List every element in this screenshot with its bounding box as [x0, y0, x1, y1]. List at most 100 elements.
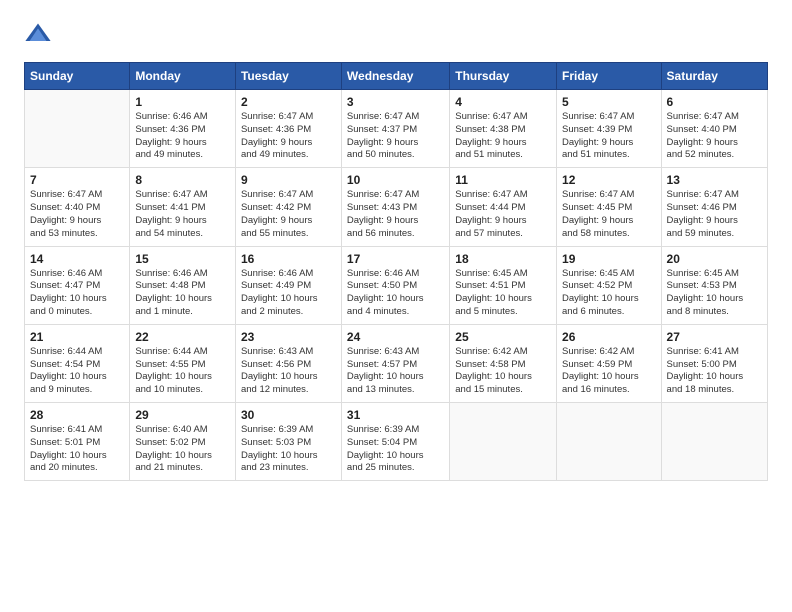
calendar-cell: 7 Sunrise: 6:47 AMSunset: 4:40 PMDaylight… — [25, 168, 130, 246]
day-number: 23 — [241, 330, 336, 344]
calendar-cell: 23 Sunrise: 6:43 AMSunset: 4:56 PMDayligh… — [235, 324, 341, 402]
cell-content: Sunrise: 6:47 AMSunset: 4:44 PMDaylight:… — [455, 189, 551, 240]
day-number: 31 — [347, 408, 444, 422]
calendar-body: 1 Sunrise: 6:46 AMSunset: 4:36 PMDaylight… — [25, 90, 768, 481]
calendar-cell — [450, 403, 557, 481]
day-number: 7 — [30, 173, 124, 187]
calendar-week-4: 21 Sunrise: 6:44 AMSunset: 4:54 PMDayligh… — [25, 324, 768, 402]
weekday-header-monday: Monday — [130, 63, 236, 90]
day-number: 20 — [667, 252, 762, 266]
day-number: 2 — [241, 95, 336, 109]
logo-icon — [24, 20, 52, 48]
day-number: 5 — [562, 95, 656, 109]
calendar-cell: 3 Sunrise: 6:47 AMSunset: 4:37 PMDaylight… — [341, 90, 449, 168]
cell-content: Sunrise: 6:44 AMSunset: 4:55 PMDaylight:… — [135, 346, 230, 397]
calendar-table: SundayMondayTuesdayWednesdayThursdayFrid… — [24, 62, 768, 481]
day-number: 1 — [135, 95, 230, 109]
day-number: 30 — [241, 408, 336, 422]
calendar-cell: 24 Sunrise: 6:43 AMSunset: 4:57 PMDayligh… — [341, 324, 449, 402]
cell-content: Sunrise: 6:45 AMSunset: 4:52 PMDaylight:… — [562, 268, 656, 319]
weekday-header-friday: Friday — [557, 63, 662, 90]
cell-content: Sunrise: 6:39 AMSunset: 5:04 PMDaylight:… — [347, 424, 444, 475]
day-number: 24 — [347, 330, 444, 344]
day-number: 28 — [30, 408, 124, 422]
day-number: 12 — [562, 173, 656, 187]
cell-content: Sunrise: 6:47 AMSunset: 4:39 PMDaylight:… — [562, 111, 656, 162]
day-number: 16 — [241, 252, 336, 266]
calendar-cell: 15 Sunrise: 6:46 AMSunset: 4:48 PMDayligh… — [130, 246, 236, 324]
weekday-header-tuesday: Tuesday — [235, 63, 341, 90]
cell-content: Sunrise: 6:40 AMSunset: 5:02 PMDaylight:… — [135, 424, 230, 475]
cell-content: Sunrise: 6:45 AMSunset: 4:51 PMDaylight:… — [455, 268, 551, 319]
cell-content: Sunrise: 6:47 AMSunset: 4:40 PMDaylight:… — [30, 189, 124, 240]
calendar-cell: 8Sunrise: 6:47 AMSunset: 4:41 PMDaylight… — [130, 168, 236, 246]
cell-content: Sunrise: 6:47 AMSunset: 4:45 PMDaylight:… — [562, 189, 656, 240]
cell-content: Sunrise: 6:46 AMSunset: 4:47 PMDaylight:… — [30, 268, 124, 319]
day-number: 15 — [135, 252, 230, 266]
calendar-cell — [25, 90, 130, 168]
cell-content: Sunrise: 6:47 AMSunset: 4:46 PMDaylight:… — [667, 189, 762, 240]
calendar-week-3: 14 Sunrise: 6:46 AMSunset: 4:47 PMDayligh… — [25, 246, 768, 324]
page: SundayMondayTuesdayWednesdayThursdayFrid… — [0, 0, 792, 497]
cell-content: Sunrise: 6:46 AMSunset: 4:48 PMDaylight:… — [135, 268, 230, 319]
weekday-header-sunday: Sunday — [25, 63, 130, 90]
calendar-cell: 1 Sunrise: 6:46 AMSunset: 4:36 PMDaylight… — [130, 90, 236, 168]
calendar-cell: 30 Sunrise: 6:39 AMSunset: 5:03 PMDayligh… — [235, 403, 341, 481]
day-number: 26 — [562, 330, 656, 344]
cell-content: Sunrise: 6:47 AMSunset: 4:36 PMDaylight:… — [241, 111, 336, 162]
day-number: 25 — [455, 330, 551, 344]
cell-content: Sunrise: 6:47 AMSunset: 4:38 PMDaylight:… — [455, 111, 551, 162]
logo — [24, 20, 54, 48]
calendar-cell: 18 Sunrise: 6:45 AMSunset: 4:51 PMDayligh… — [450, 246, 557, 324]
weekday-header-wednesday: Wednesday — [341, 63, 449, 90]
weekday-header-thursday: Thursday — [450, 63, 557, 90]
day-number: 3 — [347, 95, 444, 109]
cell-content: Sunrise: 6:41 AMSunset: 5:01 PMDaylight:… — [30, 424, 124, 475]
day-number: 27 — [667, 330, 762, 344]
calendar-cell — [557, 403, 662, 481]
cell-content: Sunrise: 6:43 AMSunset: 4:57 PMDaylight:… — [347, 346, 444, 397]
day-number: 10 — [347, 173, 444, 187]
day-number: 18 — [455, 252, 551, 266]
calendar-cell: 26Sunrise: 6:42 AMSunset: 4:59 PMDayligh… — [557, 324, 662, 402]
cell-content: Sunrise: 6:47 AMSunset: 4:41 PMDaylight:… — [135, 189, 230, 240]
calendar-cell: 11Sunrise: 6:47 AMSunset: 4:44 PMDayligh… — [450, 168, 557, 246]
calendar-cell — [661, 403, 767, 481]
weekday-header-saturday: Saturday — [661, 63, 767, 90]
day-number: 21 — [30, 330, 124, 344]
calendar-cell: 6 Sunrise: 6:47 AMSunset: 4:40 PMDaylight… — [661, 90, 767, 168]
weekday-row: SundayMondayTuesdayWednesdayThursdayFrid… — [25, 63, 768, 90]
calendar-cell: 2 Sunrise: 6:47 AMSunset: 4:36 PMDaylight… — [235, 90, 341, 168]
day-number: 22 — [135, 330, 230, 344]
cell-content: Sunrise: 6:39 AMSunset: 5:03 PMDaylight:… — [241, 424, 336, 475]
calendar-cell: 10 Sunrise: 6:47 AMSunset: 4:43 PMDayligh… — [341, 168, 449, 246]
day-number: 9 — [241, 173, 336, 187]
day-number: 19 — [562, 252, 656, 266]
calendar-cell: 28 Sunrise: 6:41 AMSunset: 5:01 PMDayligh… — [25, 403, 130, 481]
cell-content: Sunrise: 6:41 AMSunset: 5:00 PMDaylight:… — [667, 346, 762, 397]
cell-content: Sunrise: 6:47 AMSunset: 4:37 PMDaylight:… — [347, 111, 444, 162]
calendar-cell: 27 Sunrise: 6:41 AMSunset: 5:00 PMDayligh… — [661, 324, 767, 402]
cell-content: Sunrise: 6:47 AMSunset: 4:43 PMDaylight:… — [347, 189, 444, 240]
cell-content: Sunrise: 6:46 AMSunset: 4:50 PMDaylight:… — [347, 268, 444, 319]
day-number: 4 — [455, 95, 551, 109]
calendar-cell: 25Sunrise: 6:42 AMSunset: 4:58 PMDayligh… — [450, 324, 557, 402]
day-number: 14 — [30, 252, 124, 266]
header — [24, 20, 768, 48]
day-number: 13 — [667, 173, 762, 187]
calendar-week-2: 7 Sunrise: 6:47 AMSunset: 4:40 PMDaylight… — [25, 168, 768, 246]
day-number: 6 — [667, 95, 762, 109]
calendar-cell: 20 Sunrise: 6:45 AMSunset: 4:53 PMDayligh… — [661, 246, 767, 324]
calendar-cell: 29Sunrise: 6:40 AMSunset: 5:02 PMDayligh… — [130, 403, 236, 481]
cell-content: Sunrise: 6:47 AMSunset: 4:40 PMDaylight:… — [667, 111, 762, 162]
calendar-header: SundayMondayTuesdayWednesdayThursdayFrid… — [25, 63, 768, 90]
calendar-cell: 21 Sunrise: 6:44 AMSunset: 4:54 PMDayligh… — [25, 324, 130, 402]
cell-content: Sunrise: 6:44 AMSunset: 4:54 PMDaylight:… — [30, 346, 124, 397]
calendar-cell: 19 Sunrise: 6:45 AMSunset: 4:52 PMDayligh… — [557, 246, 662, 324]
cell-content: Sunrise: 6:43 AMSunset: 4:56 PMDaylight:… — [241, 346, 336, 397]
cell-content: Sunrise: 6:47 AMSunset: 4:42 PMDaylight:… — [241, 189, 336, 240]
cell-content: Sunrise: 6:45 AMSunset: 4:53 PMDaylight:… — [667, 268, 762, 319]
cell-content: Sunrise: 6:46 AMSunset: 4:36 PMDaylight:… — [135, 111, 230, 162]
calendar-cell: 14 Sunrise: 6:46 AMSunset: 4:47 PMDayligh… — [25, 246, 130, 324]
calendar-cell: 17Sunrise: 6:46 AMSunset: 4:50 PMDayligh… — [341, 246, 449, 324]
